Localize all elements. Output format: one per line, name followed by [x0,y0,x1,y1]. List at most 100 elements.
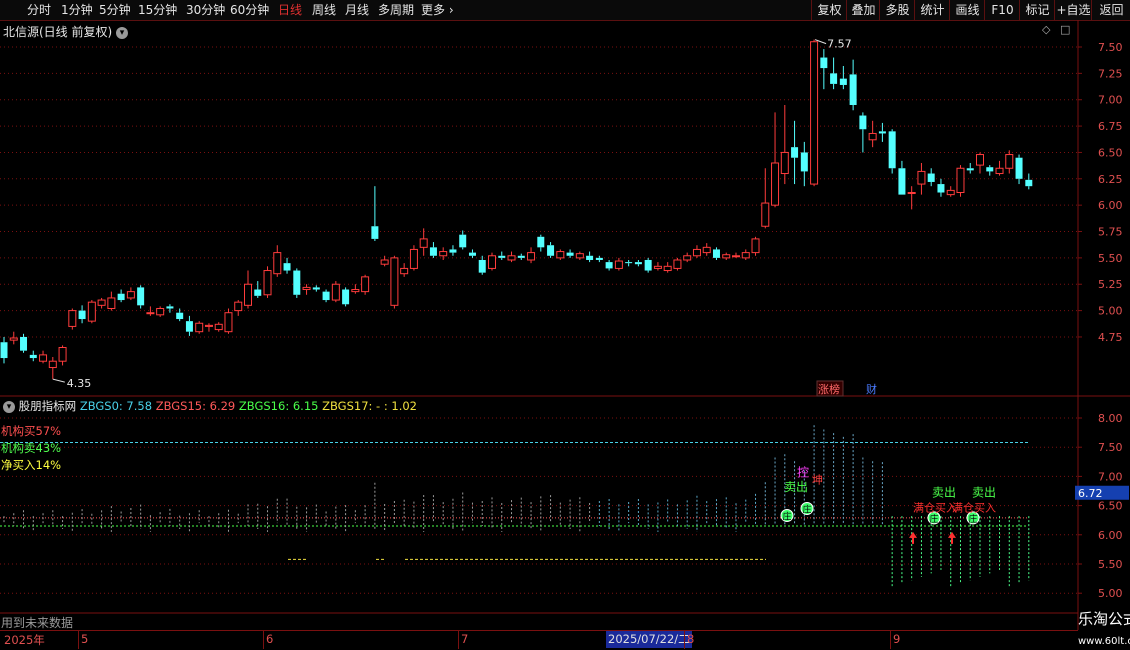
candle [595,255,603,263]
candle-body [1005,154,1014,169]
candle-body [342,289,350,305]
period-2[interactable]: 5分钟 [99,1,131,19]
period-8[interactable]: 月线 [345,1,369,19]
period-9[interactable]: 多周期 [378,1,414,19]
candle-body [283,263,291,271]
signal-gong: 控 [797,465,809,479]
candle [702,243,711,256]
candle [78,305,86,324]
candle-body [48,360,57,369]
indicator-name: 股朋指标网 [18,399,77,413]
period-10[interactable]: 更多 › [421,1,454,19]
period-6[interactable]: 日线 [278,1,302,19]
candle [712,247,720,260]
candle [146,306,155,316]
candle [459,230,467,250]
date-label-5: 9 [893,632,901,646]
price-tick-label: 5.75 [1098,226,1123,239]
chart-area[interactable]: 7.50 7.25 7.00 6.75 6.50 6.25 6.00 5.75 5.50 5.25… [0,20,1130,630]
candle [956,165,965,197]
price-tick-label: 6.25 [1098,173,1123,186]
candle [1025,173,1033,190]
candle [517,253,525,260]
toolbar-button-4[interactable]: 画线 [949,0,985,20]
toolbar-button-7[interactable]: +自选 [1054,0,1092,20]
candle [254,281,262,298]
candle [537,234,545,252]
candle [361,274,370,295]
candle-body [644,259,652,271]
candle-body [575,253,584,259]
candle-body [322,291,330,301]
candle-body [204,324,213,327]
current-date-marker: 2025/07/22/二 [606,631,692,648]
indicator-legend: ▾ 股朋指标网 ZBGS0: 7.58 ZBGS15: 6.29 ZBGS16:… [3,398,417,414]
candle-body [692,248,701,257]
candle [185,315,193,336]
indicator-side-label-0: 机构买57% [1,424,62,438]
period-7[interactable]: 周线 [312,1,336,19]
toolbar-button-5[interactable]: F10 [984,0,1020,20]
toolbar-button-0[interactable]: 复权 [811,0,847,20]
candle [761,168,770,229]
candle [263,266,272,298]
low-arrow [52,378,65,383]
toolbar-button-8[interactable]: 返回 [1091,0,1130,20]
period-4[interactable]: 30分钟 [186,1,225,19]
toolbar-button-6[interactable]: 标记 [1019,0,1055,20]
candle [751,236,760,256]
date-label-0: 2025年 [4,633,45,647]
period-5[interactable]: 60分钟 [230,1,269,19]
candle-body [166,306,174,309]
candle [566,249,574,258]
candle [331,281,340,303]
candle [409,245,418,271]
candle [1015,154,1023,185]
price-tick-label: 7.00 [1098,94,1123,107]
candle [234,300,243,316]
candle [966,162,974,174]
candle [946,186,955,197]
candle-body [293,270,301,295]
candle-body [126,291,135,299]
candle [468,249,476,258]
candle-body [800,152,808,172]
candle [48,356,57,380]
date-tick [684,631,685,649]
candle [498,251,506,260]
indicator-tick-label: 7.50 [1098,441,1123,454]
candle-body [547,245,555,256]
period-1[interactable]: 1分钟 [61,1,93,19]
candle [810,39,819,187]
candle [166,304,174,313]
candle [527,247,536,264]
square-icon: □ [1060,23,1070,36]
toolbar-button-3[interactable]: 统计 [914,0,950,20]
candle [937,178,945,197]
toolbar-button-2[interactable]: 多股 [879,0,915,20]
period-3[interactable]: 15分钟 [138,1,177,19]
candle-body [439,251,448,257]
zhuang-label-0: 庄 [782,511,791,523]
candle [722,252,731,260]
candle [137,285,145,309]
candle-body [507,255,516,261]
candle-body [400,267,409,275]
candle [117,289,125,303]
candle-body [898,168,906,195]
toolbar-button-1[interactable]: 叠加 [846,0,880,20]
zhuang-label-3: 庄 [968,513,977,525]
candle [371,186,379,242]
period-0[interactable]: 分时 [27,1,51,19]
candle [224,308,233,334]
badge-cai: 财 [866,382,877,396]
candle [20,333,28,353]
candle-body [663,265,672,272]
candle [107,291,116,311]
candle-body [732,255,740,258]
candle-body [907,192,916,195]
indicator-dropdown-icon[interactable]: ▾ [3,400,15,413]
signal-sell-2: 卖出 [932,485,956,499]
date-label-3: 7 [461,632,469,646]
candle-body [683,255,692,261]
